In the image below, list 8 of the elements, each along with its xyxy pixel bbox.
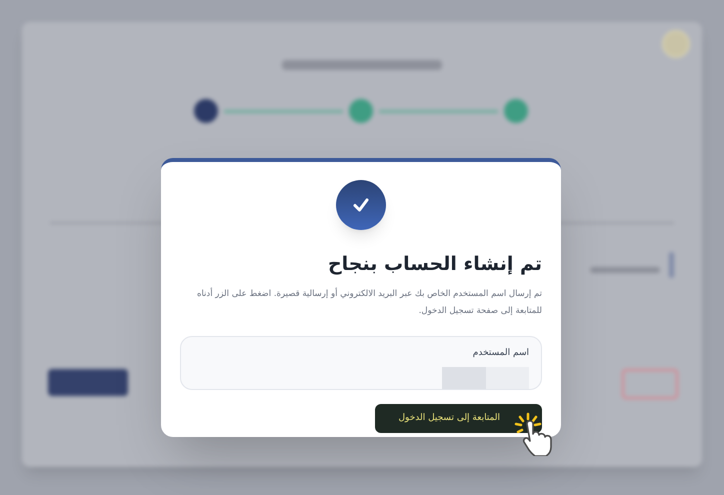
avatar-icon — [662, 30, 690, 58]
list-marker — [669, 252, 674, 278]
dialog-title: تم إنشاء الحساب بنجاح — [328, 252, 542, 276]
text-placeholder — [590, 267, 660, 273]
username-label: اسم المستخدم — [472, 347, 529, 360]
dialog-message: تم إرسال اسم المستخدم الخاص بك عبر البريد الالكتروني أو إرسالية قصيرة. اضغط على الزر أدناه للمتابعة إلى صفحة تسجيل الدخول. — [196, 286, 542, 318]
continue-button[interactable]: المتابعة إلى تسجيل الدخول — [375, 404, 542, 433]
success-check-icon — [336, 180, 386, 230]
